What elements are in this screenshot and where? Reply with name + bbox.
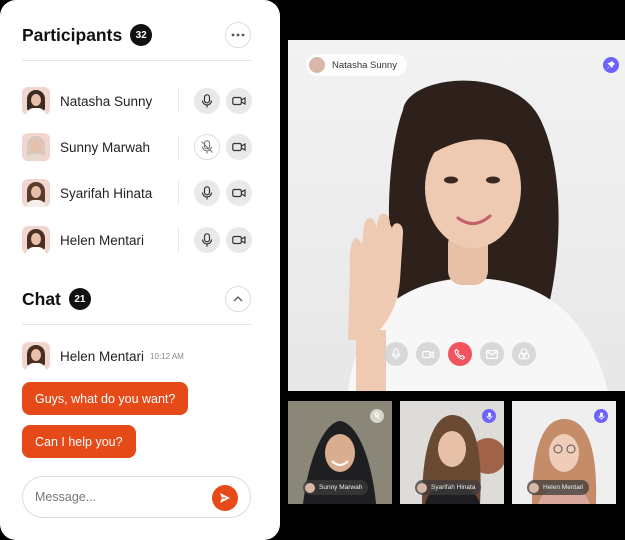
chat-bubble: Can I help you?: [22, 425, 136, 458]
participant-name-tag: Helen Mentari: [527, 480, 590, 495]
avatar: [22, 226, 50, 254]
video-camera-icon: [422, 350, 434, 358]
mic-toggle-button[interactable]: [194, 134, 220, 160]
video-camera-icon: [232, 235, 246, 245]
chat-title: Chat: [22, 288, 61, 309]
collapse-chat-button[interactable]: [225, 286, 251, 312]
pin-button[interactable]: [603, 57, 619, 73]
chat-header: Chat 21: [22, 288, 91, 310]
avatar: [22, 133, 50, 161]
participant-name: Natasha Sunny: [60, 93, 153, 109]
mic-button[interactable]: [384, 342, 408, 366]
participant-name: Sunny Marwah: [60, 139, 151, 155]
participant-name: Syarifah Hinata: [431, 484, 476, 491]
message-placeholder: Message...: [35, 490, 97, 504]
phone-hangup-icon: [454, 348, 466, 360]
divider: [22, 60, 251, 61]
avatar: [22, 179, 50, 207]
video-camera-icon: [232, 188, 246, 198]
participant-thumbnail[interactable]: Helen Mentari: [512, 401, 616, 504]
mic-status-active: [482, 409, 496, 423]
video-camera-icon: [232, 142, 246, 152]
avatar: [22, 342, 50, 370]
avatar: [22, 87, 50, 115]
microphone-icon: [598, 412, 604, 420]
send-button[interactable]: [212, 485, 238, 511]
participants-count-badge: 32: [130, 24, 153, 46]
video-camera-icon: [232, 96, 246, 106]
camera-toggle-button[interactable]: [226, 180, 252, 206]
mic-toggle-button[interactable]: [194, 227, 220, 253]
divider: [22, 324, 251, 325]
microphone-muted-icon: [201, 140, 213, 154]
mic-status-muted: [370, 409, 384, 423]
participant-row[interactable]: Sunny Marwah: [22, 132, 252, 162]
mic-status-active: [594, 409, 608, 423]
participant-name: Helen Mentari: [543, 484, 584, 491]
participant-row[interactable]: Helen Mentari: [22, 225, 252, 255]
microphone-muted-icon: [373, 412, 381, 420]
more-horizontal-icon: [231, 33, 245, 37]
camera-button[interactable]: [416, 342, 440, 366]
mail-icon: [486, 349, 498, 359]
effects-icon: [518, 348, 530, 360]
camera-toggle-button[interactable]: [226, 88, 252, 114]
pin-icon: [607, 61, 615, 69]
participant-name: Helen Mentari: [60, 232, 145, 248]
speaker-video: [348, 80, 608, 391]
send-icon: [220, 493, 230, 503]
microphone-icon: [391, 348, 401, 360]
participant-row[interactable]: Syarifah Hinata: [22, 178, 252, 208]
chat-message-header: Helen Mentari 10:12 AM: [22, 342, 184, 370]
chevron-up-icon: [233, 296, 243, 302]
message-input[interactable]: Message...: [22, 476, 251, 518]
end-call-button[interactable]: [448, 342, 472, 366]
participant-name: Sunny Marwah: [319, 484, 363, 491]
microphone-icon: [201, 186, 213, 200]
participant-row[interactable]: Natasha Sunny: [22, 86, 252, 116]
speaker-name-tag: Natasha Sunny: [306, 54, 407, 76]
participant-name-tag: Sunny Marwah: [303, 480, 369, 495]
participant-name: Syarifah Hinata: [60, 185, 153, 201]
avatar: [529, 482, 539, 493]
participant-thumbnail[interactable]: Syarifah Hinata: [400, 401, 504, 504]
call-controls: [384, 342, 536, 372]
microphone-icon: [486, 412, 492, 420]
effects-button[interactable]: [512, 342, 536, 366]
participant-name-tag: Syarifah Hinata: [415, 480, 482, 495]
mic-toggle-button[interactable]: [194, 88, 220, 114]
participant-thumbnail[interactable]: Sunny Marwah: [288, 401, 392, 504]
avatar: [417, 482, 427, 493]
camera-toggle-button[interactable]: [226, 134, 252, 160]
participants-title: Participants: [22, 24, 123, 45]
mic-toggle-button[interactable]: [194, 180, 220, 206]
side-panel: Participants 32 Natasha Sunny Sunny Marw…: [0, 0, 280, 540]
avatar: [309, 57, 325, 73]
main-video-tile[interactable]: Natasha Sunny: [288, 40, 625, 391]
chat-timestamp: 10:12 AM: [150, 351, 184, 361]
avatar: [305, 482, 315, 493]
participants-header: Participants 32: [22, 24, 153, 46]
camera-toggle-button[interactable]: [226, 227, 252, 253]
message-button[interactable]: [480, 342, 504, 366]
chat-bubble: Guys, what do you want?: [22, 382, 189, 415]
chat-sender-name: Helen Mentari: [60, 348, 145, 364]
more-options-button[interactable]: [225, 22, 251, 48]
microphone-icon: [201, 233, 213, 247]
speaker-name: Natasha Sunny: [332, 59, 397, 71]
chat-count-badge: 21: [68, 288, 91, 310]
microphone-icon: [201, 94, 213, 108]
